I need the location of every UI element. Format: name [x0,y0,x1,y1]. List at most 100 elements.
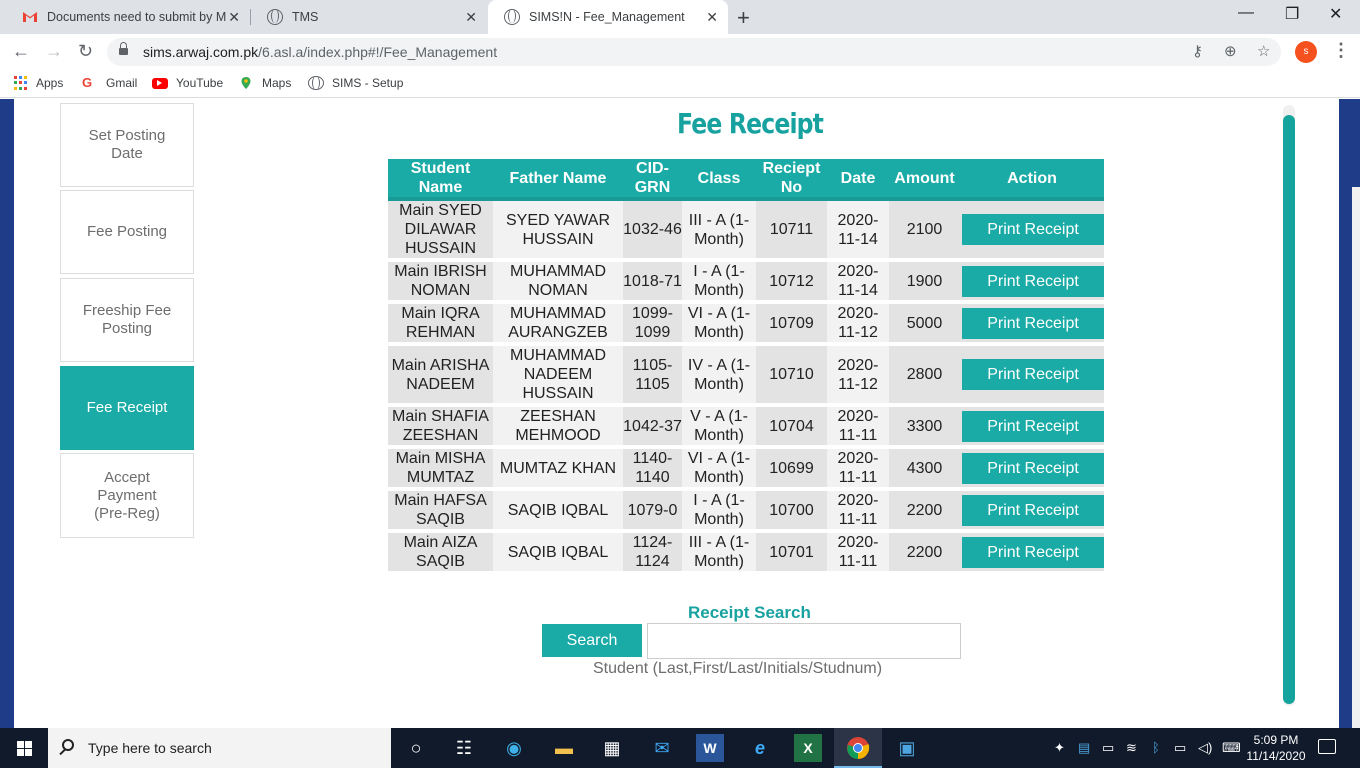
language-icon[interactable]: ⌨ [1222,740,1241,756]
receipt-no-cell: 10704 [756,405,827,449]
action-cell: Print Receipt [960,489,1104,533]
edge-icon[interactable]: ◉ [500,734,528,762]
print-receipt-button[interactable]: Print Receipt [962,265,1104,297]
sidebar-item-fee-receipt[interactable]: Fee Receipt [60,366,194,450]
sidebar-item-fee-posting[interactable]: Fee Posting [60,190,194,274]
tray-monitor-icon[interactable]: ▭ [1102,740,1114,756]
bookmark-apps[interactable]: Apps [14,76,63,90]
notification-icon[interactable] [1318,739,1336,754]
start-button[interactable] [0,728,48,768]
tray-app-icon[interactable]: ▤ [1078,740,1090,756]
sidebar-item-set-posting-date[interactable]: Set Posting Date [60,103,194,187]
main-content: Set Posting Date Fee Posting Freeship Fe… [14,99,1339,728]
internet-explorer-icon[interactable]: e [746,734,774,762]
sidebar-item-accept-payment[interactable]: Accept Payment (Pre-Reg) [60,453,194,538]
action-cell: Print Receipt [960,405,1104,449]
tab-tms[interactable]: TMS ✕ [251,0,487,34]
bookmark-sims-setup[interactable]: SIMS - Setup [308,76,403,90]
file-explorer-icon[interactable]: ▬ [550,734,578,762]
sidebar-item-freeship-fee-posting[interactable]: Freeship Fee Posting [60,278,194,362]
sidebar-item-label: Accept Payment (Pre-Reg) [94,468,160,522]
amount-cell: 2200 [889,489,960,533]
table-row: Main IBRISH NOMAN MUHAMMAD NOMAN 1018-71 I … [388,260,1104,304]
print-receipt-button[interactable]: Print Receipt [962,214,1104,245]
student-name-cell: Main AIZA SAQIB [388,531,493,575]
globe-icon [267,9,283,25]
close-tab-icon[interactable]: ✕ [228,9,240,26]
minimize-icon[interactable]: — [1238,4,1254,22]
tab-title: Documents need to submit by M [47,10,227,24]
search-icon [62,739,74,751]
sidebar-item-label: Set Posting Date [88,127,166,162]
search-button[interactable]: Search [542,624,642,657]
excel-icon[interactable]: X [794,734,822,762]
print-receipt-button[interactable]: Print Receipt [962,307,1104,339]
browser-toolbar: ← → ↻ sims.arwaj.com.pk/6.asl.a/index.ph… [0,34,1360,70]
bookmark-maps[interactable]: Maps [238,76,291,90]
print-receipt-button[interactable]: Print Receipt [962,452,1104,484]
close-tab-icon[interactable]: ✕ [706,9,718,26]
mail-icon[interactable]: ✉ [648,734,676,762]
globe-icon [504,9,520,25]
table-row: Main SYED DILAWAR HUSSAIN SYED YAWAR HUSS… [388,199,1104,262]
tray-network-icon[interactable]: ✦ [1054,740,1065,756]
close-tab-icon[interactable]: ✕ [465,9,477,26]
table-row: Main IQRA REHMAN MUHAMMAD AURANGZEB 1099-1… [388,302,1104,346]
restore-icon[interactable]: ❐ [1285,4,1299,24]
class-cell: III - A (1-Month) [682,531,756,575]
volume-icon[interactable]: ◁) [1198,740,1212,756]
back-icon[interactable]: ← [12,41,30,62]
profile-avatar[interactable]: s [1295,41,1317,63]
receipt-no-cell: 10710 [756,344,827,407]
forward-icon[interactable]: → [45,41,63,62]
new-tab-icon[interactable]: + [737,5,750,31]
column-header: Class [682,159,756,201]
tab-sims-fee-management[interactable]: SIMS!N - Fee_Management ✕ [488,0,728,34]
date-cell: 2020-11-14 [827,260,889,304]
print-receipt-button[interactable]: Print Receipt [962,494,1104,526]
gmail-icon [23,12,37,22]
reload-icon[interactable]: ↻ [78,41,93,62]
date-cell: 2020-11-12 [827,344,889,407]
receipt-no-cell: 10700 [756,489,827,533]
star-icon[interactable]: ☆ [1257,42,1270,60]
photos-icon[interactable]: ▣ [893,734,921,762]
print-receipt-button[interactable]: Print Receipt [962,359,1104,390]
menu-dots-icon[interactable]: ⋮ [1332,40,1350,61]
task-view-icon[interactable]: ○ [402,734,430,762]
cid-grn-cell: 1099-1099 [623,302,682,346]
cid-grn-cell: 1140-1140 [623,447,682,491]
father-name-cell: MUHAMMAD NOMAN [493,260,623,304]
widgets-icon[interactable]: ☷ [450,734,478,762]
key-icon[interactable]: ⚷ [1192,42,1203,60]
bookmark-gmail[interactable]: G Gmail [82,76,137,91]
tray-battery-icon[interactable]: ▭ [1174,740,1186,756]
column-header: Father Name [493,159,623,201]
amount-cell: 4300 [889,447,960,491]
taskbar-clock[interactable]: 5:09 PM 11/14/2020 [1244,732,1308,764]
zoom-icon[interactable]: ⊕ [1224,42,1237,60]
class-cell: V - A (1-Month) [682,405,756,449]
action-cell: Print Receipt [960,344,1104,407]
amount-cell: 2200 [889,531,960,575]
taskbar-search-box[interactable]: Type here to search [48,728,391,768]
tab-gmail[interactable]: Documents need to submit by M ✕ [6,0,250,34]
chrome-icon[interactable] [844,734,872,762]
bluetooth-icon[interactable]: ᛒ [1152,740,1160,755]
store-icon[interactable]: ▦ [598,734,626,762]
father-name-cell: MUHAMMAD AURANGZEB [493,302,623,346]
scrollbar-thumb[interactable] [1283,115,1295,704]
father-name-cell: SAQIB IQBAL [493,489,623,533]
student-name-cell: Main IQRA REHMAN [388,302,493,346]
father-name-cell: SYED YAWAR HUSSAIN [493,199,623,262]
address-bar[interactable]: sims.arwaj.com.pk/6.asl.a/index.php#!/Fe… [107,38,1281,66]
receipt-no-cell: 10699 [756,447,827,491]
print-receipt-button[interactable]: Print Receipt [962,536,1104,568]
action-cell: Print Receipt [960,531,1104,575]
word-icon[interactable]: W [696,734,724,762]
receipt-search-input[interactable] [647,623,961,659]
close-window-icon[interactable]: ✕ [1329,4,1342,24]
tray-wifi-icon[interactable]: ≋ [1126,740,1137,756]
bookmark-youtube[interactable]: YouTube [152,76,223,90]
print-receipt-button[interactable]: Print Receipt [962,410,1104,442]
